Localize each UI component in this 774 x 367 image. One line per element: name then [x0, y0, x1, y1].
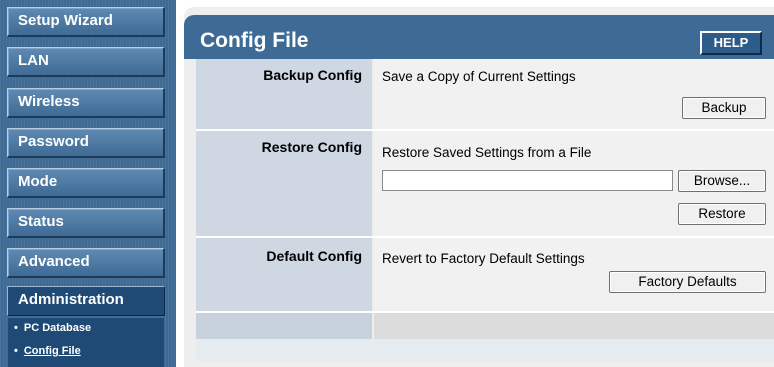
main-panel: Config File HELP Backup Config Save a Co… — [184, 7, 774, 367]
help-button[interactable]: HELP — [700, 31, 762, 55]
config-file-input[interactable] — [382, 170, 673, 191]
subnav-item-pc-database[interactable]: • PC Database — [8, 322, 91, 334]
default-config-label: Default Config — [266, 248, 362, 264]
sidebar-item-lan[interactable]: LAN — [7, 47, 165, 77]
sidebar-item-status[interactable]: Status — [7, 208, 165, 238]
bullet-icon: • — [14, 322, 18, 334]
row-divider — [196, 129, 774, 131]
sidebar-item-mode[interactable]: Mode — [7, 168, 165, 198]
restore-config-label: Restore Config — [261, 139, 362, 155]
backup-config-description: Save a Copy of Current Settings — [382, 69, 576, 84]
default-config-description: Revert to Factory Default Settings — [382, 251, 585, 266]
factory-defaults-button[interactable]: Factory Defaults — [609, 271, 766, 293]
sidebar-item-setup-wizard[interactable]: Setup Wizard — [7, 7, 165, 37]
sidebar-item-wireless[interactable]: Wireless — [7, 88, 165, 118]
page-title: Config File — [200, 29, 309, 52]
sidebar-item-password[interactable]: Password — [7, 128, 165, 158]
backup-button[interactable]: Backup — [682, 97, 766, 119]
page-header: Config File HELP — [184, 15, 774, 59]
row-divider — [196, 236, 774, 238]
sidebar-nav: Setup Wizard LAN Wireless Password Mode … — [0, 0, 176, 367]
sidebar-item-administration[interactable]: Administration — [7, 286, 165, 316]
sidebar-subnav: • PC Database • Config File — [8, 318, 164, 367]
restore-config-description: Restore Saved Settings from a File — [382, 145, 592, 160]
footer-label-cell — [196, 313, 372, 339]
backup-config-label: Backup Config — [263, 67, 362, 83]
bullet-icon: • — [14, 345, 18, 357]
panel-bottom — [196, 339, 774, 361]
restore-button[interactable]: Restore — [678, 203, 766, 225]
browse-button[interactable]: Browse... — [678, 170, 766, 192]
sidebar-item-advanced[interactable]: Advanced — [7, 248, 165, 278]
subnav-item-config-file[interactable]: • Config File — [8, 345, 81, 357]
footer-value-cell — [374, 313, 774, 339]
